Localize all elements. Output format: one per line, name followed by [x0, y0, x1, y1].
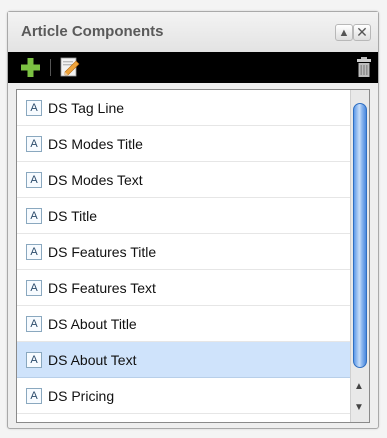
text-component-icon: A	[26, 136, 42, 152]
panel-titlebar: Article Components ▲ ✕	[8, 12, 378, 53]
close-button[interactable]: ✕	[353, 24, 371, 41]
components-list[interactable]: A DS Tag Line A DS Modes Title A DS Modes Tex…	[16, 89, 370, 423]
text-component-icon: A	[26, 352, 42, 368]
list-item-label: DS About Text	[48, 352, 137, 368]
vertical-scrollbar[interactable]: ▲ ▼	[350, 90, 369, 422]
scroll-up-icon[interactable]: ▲	[354, 381, 364, 392]
edit-icon[interactable]	[60, 57, 80, 77]
trash-icon[interactable]	[357, 57, 371, 77]
scrollbar-thumb[interactable]	[353, 103, 367, 368]
toolbar-divider	[50, 59, 51, 76]
article-components-panel: Article Components ▲ ✕ A DS Tag Line A D…	[7, 11, 379, 429]
close-icon: ✕	[356, 24, 368, 40]
plus-icon[interactable]	[21, 58, 40, 77]
text-component-icon: A	[26, 172, 42, 188]
list-item-label: DS Modes Text	[48, 172, 143, 188]
list-item[interactable]: A DS About Title	[17, 306, 350, 342]
list-item-label: DS About Title	[48, 316, 137, 332]
list-item-label: DS Tag Line	[48, 100, 125, 116]
list-item[interactable]: A DS Pricing	[17, 378, 350, 414]
collapse-icon: ▲	[338, 26, 350, 39]
text-component-icon: A	[26, 100, 42, 116]
list-item-label: DS Title	[48, 208, 98, 224]
list-item-label: DS Pricing	[48, 388, 115, 404]
text-component-icon: A	[26, 388, 42, 404]
list-item[interactable]: A DS Tag Line	[17, 90, 350, 126]
list-item[interactable]: A DS Features Title	[17, 234, 350, 270]
list-item-label: DS Features Text	[48, 280, 156, 296]
collapse-button[interactable]: ▲	[335, 24, 353, 41]
panel-title: Article Components	[21, 23, 164, 40]
list-item-label: DS Features Title	[48, 244, 157, 260]
list-item-label: DS Modes Title	[48, 136, 143, 152]
text-component-icon: A	[26, 208, 42, 224]
scroll-down-icon[interactable]: ▼	[354, 402, 364, 413]
list-item[interactable]: A DS Modes Text	[17, 162, 350, 198]
list-item[interactable]: A DS Modes Title	[17, 126, 350, 162]
text-component-icon: A	[26, 280, 42, 296]
panel-toolbar	[8, 52, 378, 83]
list-item[interactable]: A DS Features Text	[17, 270, 350, 306]
text-component-icon: A	[26, 316, 42, 332]
text-component-icon: A	[26, 244, 42, 260]
list-item[interactable]: A DS About Text	[17, 342, 350, 378]
list-item[interactable]: A DS Title	[17, 198, 350, 234]
